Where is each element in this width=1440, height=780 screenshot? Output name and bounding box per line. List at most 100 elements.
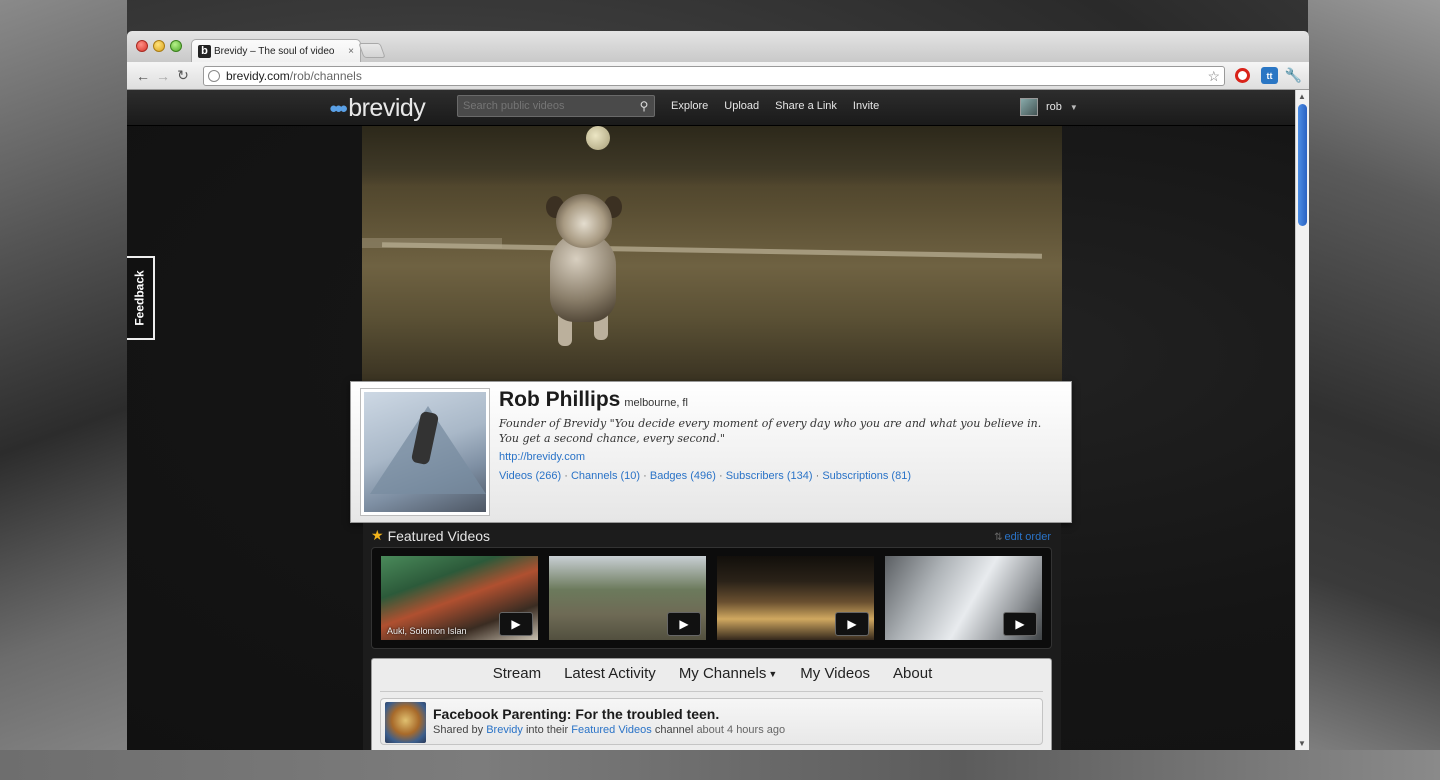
tab-stream[interactable]: Stream [493,665,541,682]
opera-extension-icon[interactable] [1235,68,1250,83]
profile-stats: Videos (266) · Channels (10) · Badges (4… [499,470,911,482]
new-tab-button[interactable] [358,43,386,58]
banner-ball [586,126,610,150]
tab-my-videos[interactable]: My Videos [800,665,870,682]
chevron-down-icon: ▼ [1069,102,1078,112]
meta-channel-link[interactable]: Featured Videos [571,724,652,736]
meta-prefix: Shared by [433,724,484,736]
stat-subscribers-link[interactable]: Subscribers (134) [726,470,813,482]
separator: · [564,470,571,482]
search-input[interactable] [458,100,634,112]
scroll-down-icon[interactable]: ▼ [1298,739,1306,748]
people-icon: ●●● [329,100,348,117]
browser-tab[interactable]: b Brevidy – The soul of video × [191,39,361,62]
url-text: brevidy.com/rob/channels [226,69,362,83]
logo-text: brevidy [348,94,426,122]
tab-latest-activity[interactable]: Latest Activity [564,665,656,682]
banner-trees [362,126,1062,186]
forward-arrow-icon[interactable]: → [153,66,173,86]
profile-location: melbourne, fl [624,397,688,409]
dog-head [556,194,612,248]
wrench-icon[interactable]: 🔧 [1285,67,1302,84]
play-icon[interactable]: ▶ [835,612,869,636]
site-header: ●●● brevidy ⚲ Explore Upload Share a Lin… [127,90,1295,126]
banner-field-line [382,242,1042,259]
profile-name: Rob Phillips [499,388,621,411]
stat-videos-link[interactable]: Videos (266) [499,470,561,482]
profile-website-link[interactable]: http://brevidy.com [499,451,585,463]
thumbnail-caption: Auki, Solomon Islan [387,626,467,636]
edit-order-link[interactable]: ⇅ edit order [994,531,1051,543]
play-icon[interactable]: ▶ [499,612,533,636]
tt-extension-icon[interactable]: tt [1261,67,1278,84]
profile-card: Rob Phillips melbourne, fl Founder of Bre… [350,381,1072,523]
zoom-window-button[interactable] [170,40,182,52]
minimize-window-button[interactable] [153,40,165,52]
page-viewport: ●●● brevidy ⚲ Explore Upload Share a Lin… [127,90,1295,750]
channel-tabs: Stream Latest Activity My Channels ▼ My V… [372,665,1053,682]
meta-user-link[interactable]: Brevidy [486,724,523,736]
user-avatar [1020,98,1038,116]
profile-photo-image [364,392,486,512]
feedback-label: Feedback [133,270,148,326]
activity-thumbnail[interactable] [385,702,426,743]
bookmark-star-icon[interactable]: ☆ [1207,68,1220,85]
play-icon[interactable]: ▶ [1003,612,1037,636]
video-thumbnail[interactable]: Auki, Solomon Islan ▶ [381,556,538,640]
browser-window: b Brevidy – The soul of video × ← → ↻ br… [127,31,1309,750]
address-bar[interactable]: brevidy.com/rob/channels ☆ [203,66,1225,86]
close-window-button[interactable] [136,40,148,52]
search-box: ⚲ [457,95,655,117]
scroll-up-icon[interactable]: ▲ [1298,92,1306,101]
reload-icon[interactable]: ↻ [173,66,193,86]
stat-subscriptions-link[interactable]: Subscriptions (81) [822,470,911,482]
tab-my-channels[interactable]: My Channels ▼ [679,665,777,682]
desktop-background-right [1308,0,1440,780]
featured-videos-title: Featured Videos [387,527,491,544]
url-path: /rob/channels [289,69,362,83]
divider [380,691,1043,692]
featured-videos-strip: Auki, Solomon Islan ▶ ▶ ▶ ▶ [371,547,1052,649]
featured-videos-header: ★ Featured Videos [371,527,490,544]
stat-badges-link[interactable]: Badges (496) [650,470,716,482]
url-host: brevidy.com [226,69,290,83]
search-icon[interactable]: ⚲ [634,99,654,113]
vertical-scrollbar[interactable]: ▲ ▼ [1295,90,1309,750]
brevidy-logo[interactable]: ●●● brevidy [329,94,426,123]
globe-icon [208,70,220,82]
video-thumbnail[interactable]: ▶ [717,556,874,640]
nav-explore[interactable]: Explore [671,100,708,112]
tab-my-channels-label: My Channels [678,665,767,682]
nav-upload[interactable]: Upload [724,100,759,112]
stat-channels-link[interactable]: Channels (10) [571,470,640,482]
desktop-background-left [0,0,127,780]
site-nav: Explore Upload Share a Link Invite [671,100,879,112]
play-icon[interactable]: ▶ [667,612,701,636]
banner-dog [538,192,630,352]
separator: · [643,470,650,482]
meta-suffix: channel [654,724,694,736]
back-arrow-icon[interactable]: ← [133,66,153,86]
sort-arrows-icon: ⇅ [994,532,1003,543]
scrollbar-thumb[interactable] [1298,104,1307,226]
feedback-tab[interactable]: Feedback [127,256,155,340]
separator: · [718,470,726,482]
nav-share-link[interactable]: Share a Link [775,100,837,112]
profile-bio: Founder of Brevidy "You decide every mom… [499,417,1042,445]
tab-about[interactable]: About [893,665,932,682]
meta-mid: into their [525,724,569,736]
desktop-background-bottom [0,750,1440,780]
video-thumbnail[interactable]: ▶ [549,556,706,640]
profile-name-line: Rob Phillips melbourne, fl [499,388,688,412]
user-menu[interactable]: rob ▼ [1020,98,1078,116]
activity-title[interactable]: Facebook Parenting: For the troubled tee… [433,706,719,722]
activity-item: Facebook Parenting: For the troubled tee… [380,698,1043,745]
tab-strip: b Brevidy – The soul of video × [127,31,1309,62]
video-thumbnail[interactable]: ▶ [885,556,1042,640]
nav-invite[interactable]: Invite [853,100,879,112]
main-content: ★ Featured Videos ⇅ edit order Auki, Solo… [363,523,1061,750]
profile-photo [360,388,490,516]
tab-title: Brevidy – The soul of video [214,45,335,57]
tab-close-icon[interactable]: × [348,46,354,57]
browser-toolbar: ← → ↻ brevidy.com/rob/channels ☆ tt 🔧 [127,62,1309,90]
